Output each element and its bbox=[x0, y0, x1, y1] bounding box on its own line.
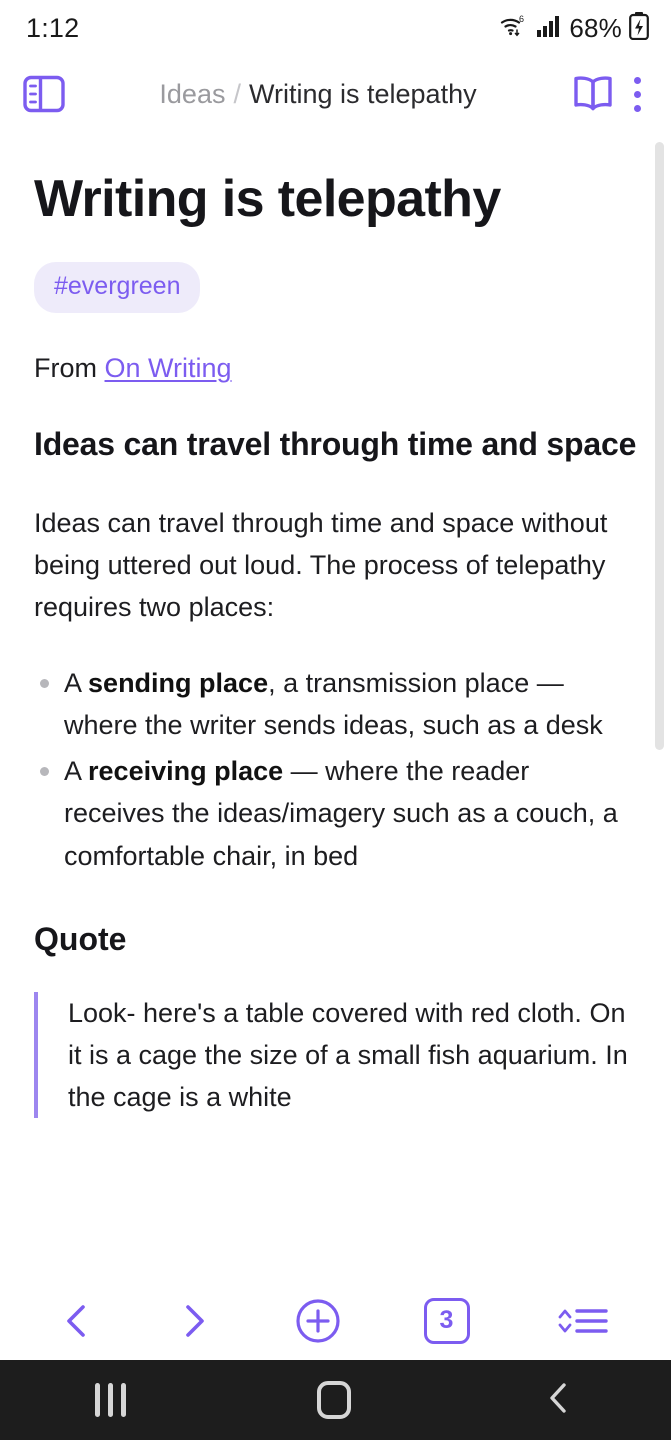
cellular-signal-icon bbox=[536, 15, 562, 42]
from-label: From bbox=[34, 353, 97, 384]
breadcrumb-separator: / bbox=[233, 78, 241, 109]
wifi-6-icon: 6 bbox=[499, 13, 529, 44]
recents-icon[interactable] bbox=[95, 1383, 127, 1417]
bullet-bold: receiving place bbox=[88, 756, 284, 787]
scrollbar-thumb[interactable] bbox=[655, 142, 664, 750]
list-item: A receiving place — where the reader rec… bbox=[34, 750, 637, 876]
bottom-toolbar: 3 bbox=[0, 1280, 671, 1360]
body-paragraph: Ideas can travel through time and space … bbox=[34, 507, 608, 623]
tab-count-badge[interactable]: 3 bbox=[423, 1297, 470, 1344]
blockquote: Look- here's a table covered with red cl… bbox=[34, 991, 637, 1119]
app-bar: Ideas / Writing is telepathy bbox=[0, 56, 671, 132]
quote-heading: Quote bbox=[34, 920, 127, 957]
tag-list: #evergreen bbox=[34, 262, 637, 314]
android-back-icon[interactable] bbox=[542, 1377, 576, 1424]
svg-text:6: 6 bbox=[519, 14, 524, 24]
tag-evergreen[interactable]: #evergreen bbox=[34, 262, 201, 314]
sidebar-toggle-icon[interactable] bbox=[22, 74, 66, 114]
plus-circle-icon[interactable] bbox=[293, 1296, 343, 1346]
list-item: A sending place, a transmission place — … bbox=[34, 662, 637, 746]
breadcrumb-current: Writing is telepathy bbox=[248, 78, 477, 109]
bullet-bold: sending place bbox=[88, 668, 269, 699]
breadcrumb[interactable]: Ideas / Writing is telepathy bbox=[66, 79, 570, 110]
chevron-right-icon[interactable] bbox=[176, 1299, 212, 1343]
kebab-menu-icon[interactable] bbox=[616, 76, 655, 112]
status-time: 1:12 bbox=[26, 12, 80, 43]
section-heading: Ideas can travel through time and space bbox=[34, 426, 637, 463]
app-screen: 1:12 6 68% Ideas / Writing is telepathy … bbox=[0, 0, 671, 1440]
source-link[interactable]: On Writing bbox=[105, 353, 232, 383]
breadcrumb-parent[interactable]: Ideas bbox=[159, 79, 225, 110]
bullet-list: A sending place, a transmission place — … bbox=[34, 662, 637, 877]
note-content[interactable]: Writing is telepathy #evergreen From On … bbox=[0, 132, 671, 1280]
blockquote-text: Look- here's a table covered with red cl… bbox=[68, 997, 628, 1112]
tab-count-value: 3 bbox=[423, 1297, 470, 1344]
bullet-lead: A bbox=[64, 668, 89, 699]
status-bar: 1:12 6 68% bbox=[0, 0, 671, 56]
page-title: Writing is telepathy bbox=[34, 170, 501, 228]
outline-sort-icon[interactable] bbox=[551, 1299, 613, 1343]
open-book-icon[interactable] bbox=[570, 73, 616, 115]
chevron-left-icon[interactable] bbox=[59, 1299, 95, 1343]
home-icon[interactable] bbox=[316, 1381, 351, 1419]
android-nav-bar bbox=[0, 1360, 671, 1440]
battery-percent: 68% bbox=[569, 12, 622, 43]
battery-charging-icon bbox=[629, 11, 649, 45]
source-line: From On Writing bbox=[34, 353, 637, 384]
bullet-lead: A bbox=[64, 756, 89, 787]
